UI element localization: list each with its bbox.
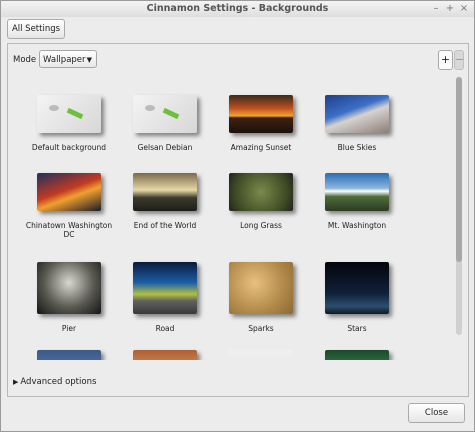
wallpaper-caption: Stars [347, 324, 367, 333]
wallpaper-thumbnail [325, 95, 389, 133]
wallpaper-item[interactable] [309, 350, 405, 360]
wallpaper-item[interactable]: Long Grass [213, 173, 309, 230]
advanced-options-label: Advanced options [20, 377, 97, 387]
wallpaper-item[interactable]: Chinatown Washington DC [21, 173, 117, 239]
wallpaper-item[interactable]: Mt. Washington [309, 173, 405, 230]
wallpaper-caption: Sparks [248, 324, 274, 333]
wallpaper-item[interactable]: Amazing Sunset [213, 95, 309, 152]
mode-dropdown[interactable]: Wallpaper ▼ [39, 50, 97, 68]
wallpaper-item[interactable]: Sparks [213, 262, 309, 333]
wallpaper-item[interactable] [213, 350, 309, 360]
mode-label: Mode [13, 55, 37, 65]
wallpaper-thumbnail [229, 350, 293, 360]
wallpaper-gallery: Default background Gelsan Debian Amazing… [11, 73, 455, 360]
wallpaper-item[interactable]: End of the World [117, 173, 213, 230]
advanced-options-expander[interactable]: ▶ Advanced options [13, 377, 96, 387]
remove-button[interactable]: − [454, 50, 464, 70]
mode-selected-value: Wallpaper [43, 55, 86, 65]
wallpaper-thumbnail [133, 262, 197, 314]
maximize-icon[interactable]: + [445, 3, 455, 14]
wallpaper-caption: Default background [31, 143, 107, 152]
wallpaper-thumbnail [37, 173, 101, 211]
wallpaper-caption: Road [155, 324, 175, 333]
wallpaper-thumbnail [133, 350, 197, 360]
wallpaper-caption: Gelsan Debian [137, 143, 193, 152]
wallpaper-thumbnail [325, 173, 389, 211]
title-bar[interactable]: Cinnamon Settings - Backgrounds – + × [1, 1, 474, 17]
wallpaper-item[interactable]: Default background [21, 95, 117, 152]
expander-arrow-icon: ▶ [13, 378, 19, 386]
wallpaper-caption: Long Grass [240, 221, 282, 230]
wallpaper-caption: Mt. Washington [327, 221, 387, 230]
wallpaper-item[interactable] [21, 350, 117, 360]
wallpaper-item[interactable]: Gelsan Debian [117, 95, 213, 152]
wallpaper-thumbnail [229, 262, 293, 314]
scrollbar-thumb[interactable] [456, 77, 462, 262]
backgrounds-panel: Mode Wallpaper ▼ + − Default background … [7, 43, 469, 397]
wallpaper-thumbnail [229, 95, 293, 133]
wallpaper-thumbnail [229, 173, 293, 211]
close-icon[interactable]: × [459, 3, 469, 14]
wallpaper-caption: Pier [61, 324, 77, 333]
minimize-icon[interactable]: – [431, 3, 441, 14]
wallpaper-item[interactable]: Road [117, 262, 213, 333]
wallpaper-thumbnail [325, 350, 389, 360]
settings-window: Cinnamon Settings - Backgrounds – + × Al… [0, 0, 475, 432]
chevron-down-icon: ▼ [86, 56, 92, 64]
wallpaper-item[interactable]: Pier [21, 262, 117, 333]
gallery-scrollbar[interactable] [456, 77, 462, 335]
wallpaper-thumbnail [37, 350, 101, 360]
wallpaper-thumbnail [325, 262, 389, 314]
wallpaper-thumbnail [133, 95, 197, 133]
wallpaper-item[interactable]: Stars [309, 262, 405, 333]
wallpaper-item[interactable]: Blue Skies [309, 95, 405, 152]
add-button[interactable]: + [438, 50, 453, 70]
wallpaper-item[interactable] [117, 350, 213, 360]
window-title: Cinnamon Settings - Backgrounds [146, 3, 329, 14]
wallpaper-caption: Blue Skies [337, 143, 377, 152]
wallpaper-caption: Amazing Sunset [230, 143, 292, 152]
wallpaper-thumbnail [37, 262, 101, 314]
all-settings-button[interactable]: All Settings [7, 19, 65, 39]
wallpaper-caption: Chinatown Washington DC [25, 221, 113, 239]
close-button[interactable]: Close [408, 403, 465, 423]
wallpaper-caption: End of the World [133, 221, 197, 230]
wallpaper-thumbnail [133, 173, 197, 211]
wallpaper-thumbnail [37, 95, 101, 133]
